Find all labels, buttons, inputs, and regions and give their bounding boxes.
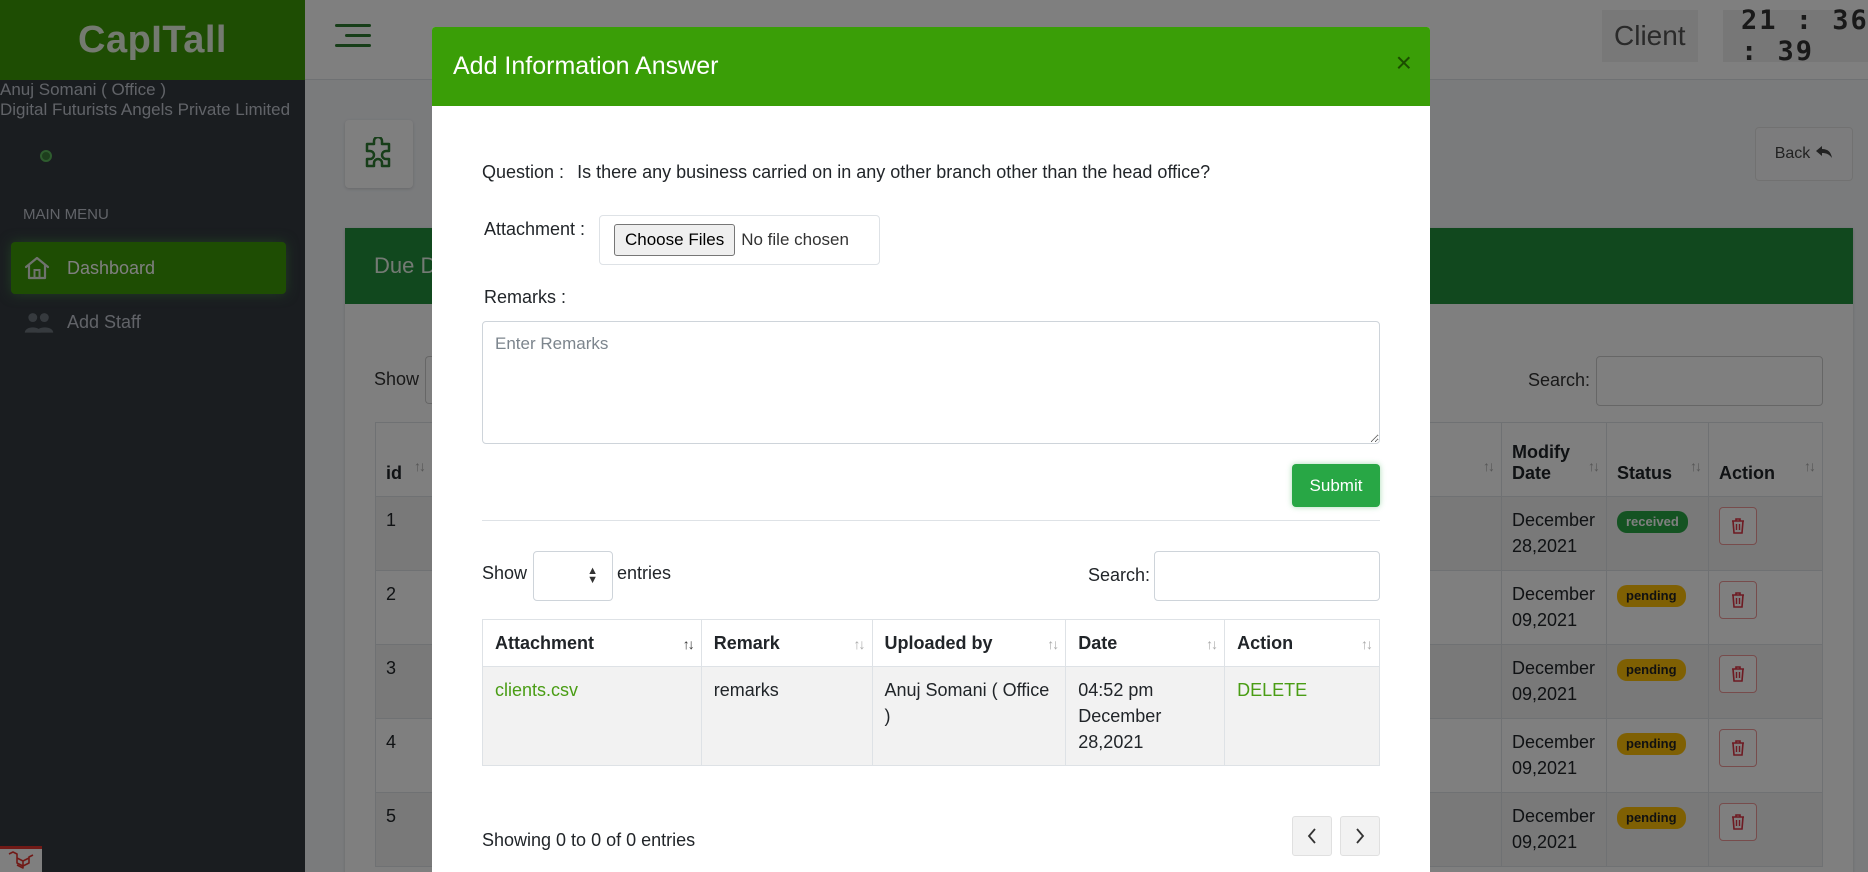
- attachment-label: Attachment :: [484, 219, 586, 239]
- delete-link[interactable]: DELETE: [1237, 680, 1307, 700]
- chevron-left-icon[interactable]: [1292, 816, 1332, 856]
- sort-icon: ↑↓: [1047, 636, 1059, 652]
- column-header-action[interactable]: Action↑↓: [1224, 619, 1380, 667]
- question-row: Question : Is there any business carried…: [482, 162, 1210, 183]
- table-info: Showing 0 to 0 of 0 entries: [482, 830, 696, 850]
- remarks-label: Remarks :: [484, 287, 567, 307]
- entries-label: entries: [617, 563, 672, 583]
- add-information-answer-modal: Add Information Answer × Question : Is t…: [432, 27, 1430, 872]
- column-header-attachment[interactable]: Attachment ↑↓: [482, 619, 702, 667]
- cell-remark: remarks: [700, 666, 873, 766]
- close-icon[interactable]: ×: [1396, 49, 1412, 77]
- sort-icon: ↑↓: [1361, 636, 1373, 652]
- attachment-link[interactable]: clients.csv: [495, 680, 578, 700]
- remarks-textarea[interactable]: [482, 321, 1380, 444]
- chevron-right-icon[interactable]: [1340, 816, 1380, 856]
- sort-caret-icon: ▲ ▼: [587, 565, 598, 586]
- attachment-file-input[interactable]: Choose Files No file chosen: [599, 215, 880, 265]
- question-label: Question :: [482, 162, 565, 182]
- choose-files-button[interactable]: Choose Files: [614, 224, 736, 256]
- file-status-text: No file chosen: [741, 230, 849, 249]
- submit-button[interactable]: Submit: [1292, 464, 1380, 507]
- question-text: Is there any business carried on in any …: [577, 162, 1211, 182]
- cell-uploaded-by: Anuj Somani ( Office ): [871, 666, 1067, 766]
- modal-title: Add Information Answer: [432, 27, 1430, 106]
- show-label: Show: [482, 563, 528, 583]
- sort-icon: ↑↓: [853, 636, 866, 652]
- sort-icon: ↑↓: [1206, 636, 1218, 652]
- column-header-date[interactable]: Date ↑↓: [1065, 619, 1226, 667]
- table-row: clients.csv remarks Anuj Somani ( Office…: [482, 666, 1380, 766]
- column-header-remark[interactable]: Remark ↑↓: [700, 619, 873, 667]
- entries-select[interactable]: ▲ ▼: [533, 551, 613, 601]
- answers-table: Attachment ↑↓ Remark ↑↓ Uploaded by ↑↓ Date…: [482, 619, 1380, 766]
- cell-date: 04:52 pm December 28,2021: [1065, 666, 1226, 766]
- column-header-uploaded-by[interactable]: Uploaded by ↑↓: [871, 619, 1067, 667]
- sort-icon: ↑↓: [682, 636, 695, 652]
- divider: [482, 520, 1380, 521]
- search-input[interactable]: [1154, 551, 1380, 601]
- search-label: Search:: [1088, 565, 1151, 585]
